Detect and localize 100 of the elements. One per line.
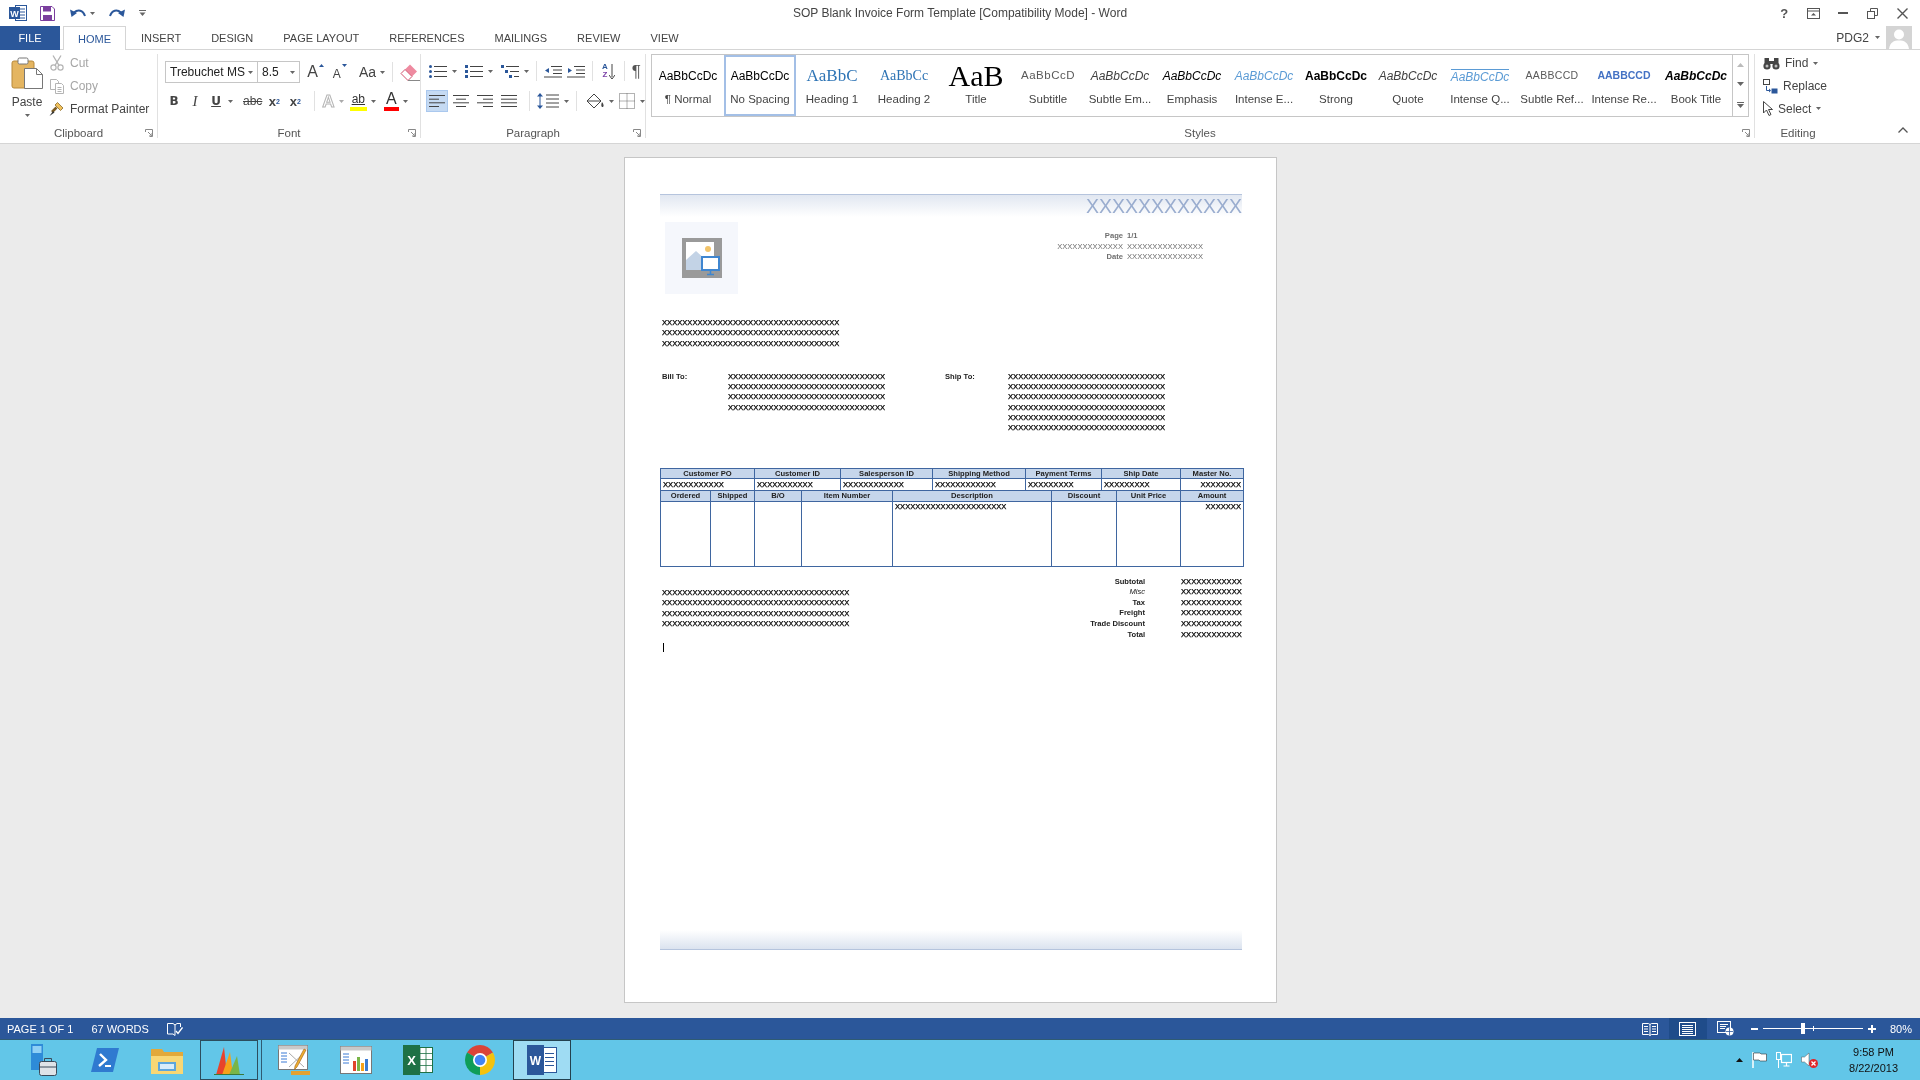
slider-thumb[interactable] [1800, 1023, 1805, 1034]
style-option[interactable]: AaBbCcDc Book Title [1660, 55, 1732, 116]
zoom-in-icon[interactable] [1867, 1024, 1876, 1033]
paste-button[interactable]: Paste [7, 52, 47, 120]
style-option[interactable]: AaB Title [940, 55, 1012, 116]
ribbon-tab[interactable]: INSERT [126, 26, 197, 50]
close-icon[interactable] [1896, 7, 1908, 19]
bullet-list-icon[interactable] [429, 64, 447, 78]
scroll-down-icon[interactable] [1737, 82, 1744, 87]
ribbon-tab[interactable]: PAGE LAYOUT [268, 26, 375, 50]
style-option[interactable]: AaBbCc Heading 2 [868, 55, 940, 116]
caret-icon[interactable] [228, 99, 233, 103]
help-button[interactable]: ? [1769, 6, 1799, 20]
file-tab[interactable]: FILE [0, 26, 60, 50]
account-name[interactable]: PDG2 [1836, 30, 1869, 45]
highlight-button[interactable]: ab [349, 91, 367, 111]
caret-icon[interactable] [609, 99, 614, 103]
italic-button[interactable]: I [186, 91, 204, 111]
sort-button[interactable]: A Z [602, 63, 615, 79]
customize-caret-icon[interactable] [139, 10, 146, 16]
show-marks-button[interactable]: ¶ [631, 62, 641, 80]
group-label: Font [277, 127, 301, 139]
borders-grid-icon[interactable] [619, 93, 635, 109]
font-name-field[interactable]: Trebuchet MS [165, 61, 258, 83]
taskbar-button[interactable]: W [513, 1040, 571, 1080]
proofing-book-icon[interactable] [166, 1021, 183, 1036]
zoom-out-icon[interactable] [1750, 1027, 1758, 1030]
superscript-button[interactable]: x$^{2}$ [286, 91, 305, 111]
style-option[interactable]: AaBbCcDc Subtle Em... [1084, 55, 1156, 116]
restore-icon[interactable] [1867, 7, 1879, 19]
paintbrush-icon [49, 101, 65, 117]
bold-button[interactable]: B [165, 91, 183, 111]
zoom-level[interactable]: 80% [1889, 1022, 1912, 1035]
replace-button[interactable]: Replace [1763, 74, 1841, 98]
caret-icon[interactable] [402, 99, 408, 103]
dialog-launcher-icon[interactable] [408, 129, 416, 137]
font-color-button[interactable]: A [384, 91, 399, 111]
ribbon-tab[interactable]: HOME [63, 26, 126, 51]
dialog-launcher-icon[interactable] [145, 129, 153, 137]
clock-date[interactable]: 8/22/2013 [1849, 1060, 1898, 1076]
caret-icon[interactable] [452, 69, 457, 73]
numbered-list-icon[interactable] [465, 64, 483, 78]
change-case-button[interactable]: Aa [358, 65, 385, 79]
shrink-font-button[interactable]: A [332, 64, 347, 80]
ribbon-tab[interactable]: VIEW [635, 26, 694, 50]
taskbar-button[interactable] [200, 1040, 258, 1080]
font-size-field[interactable]: 8.5 [257, 61, 301, 83]
speaker-muted-icon[interactable] [1801, 1052, 1819, 1068]
page-count[interactable]: PAGE 1 OF 1 [7, 1022, 74, 1035]
grow-font-button[interactable]: A [307, 64, 324, 80]
line-spacing-icon[interactable] [537, 93, 559, 109]
undo-icon[interactable] [70, 7, 86, 19]
clock-time[interactable]: 9:58 PM [1853, 1044, 1894, 1060]
minimize-icon[interactable] [1838, 12, 1849, 14]
style-option[interactable]: AaBbCcDc ¶ Normal [652, 55, 724, 116]
style-option[interactable]: AaBbCcDc Emphasis [1156, 55, 1228, 116]
caret-icon[interactable] [248, 70, 253, 74]
strikethrough-button[interactable]: abc [243, 91, 263, 111]
decrease-indent-icon[interactable] [544, 64, 562, 78]
style-option[interactable]: AABBCCD Subtle Ref... [1516, 55, 1588, 116]
print-layout-button[interactable] [1668, 1018, 1707, 1039]
format-painter-button[interactable]: Format Painter [49, 97, 150, 120]
style-option[interactable]: AABBCCD Intense Re... [1588, 55, 1660, 116]
style-option[interactable]: AaBbCcDc No Spacing [724, 55, 796, 116]
ribbon-tab[interactable]: REFERENCES [374, 26, 480, 50]
multilevel-list-icon[interactable] [501, 64, 519, 78]
style-option[interactable]: AaBbCcDc Strong [1300, 55, 1372, 116]
style-option[interactable]: AaBbCcDc Quote [1372, 55, 1444, 116]
ribbon-tab[interactable]: DESIGN [196, 26, 269, 50]
caret-up-icon[interactable] [1736, 1058, 1744, 1062]
paint-bucket-icon[interactable] [584, 92, 604, 110]
redo-icon[interactable] [109, 7, 125, 19]
collapse-ribbon-icon[interactable] [1898, 127, 1908, 133]
more-styles-icon[interactable] [1737, 102, 1744, 109]
caret-icon[interactable] [488, 69, 493, 73]
ribbon-display-icon[interactable] [1807, 7, 1821, 19]
ribbon-tab[interactable]: MAILINGS [479, 26, 563, 50]
style-option[interactable]: AaBbCcDc Intense E... [1228, 55, 1300, 116]
style-option[interactable]: AaBbCcDc Intense Q... [1444, 55, 1516, 116]
select-button[interactable]: Select [1763, 97, 1841, 120]
increase-indent-icon[interactable] [567, 64, 585, 78]
flag-icon[interactable] [1752, 1052, 1768, 1068]
caret-icon[interactable] [640, 99, 645, 103]
eraser-icon[interactable] [400, 63, 420, 81]
ribbon-tab[interactable]: REVIEW [562, 26, 636, 50]
word-count[interactable]: 67 WORDS [91, 1022, 149, 1035]
underline-button[interactable]: U [207, 91, 225, 111]
dialog-launcher-icon[interactable] [633, 129, 641, 137]
caret-icon[interactable] [90, 11, 95, 15]
caret-icon[interactable] [1875, 36, 1880, 39]
caret-icon[interactable] [371, 99, 376, 103]
taskbar-button[interactable]: X [389, 1040, 447, 1080]
find-button[interactable]: Find [1763, 52, 1841, 75]
caret-icon[interactable] [290, 70, 296, 74]
style-option[interactable]: AaBbC Heading 1 [796, 55, 868, 116]
caret-icon[interactable] [564, 99, 569, 103]
align-left-button[interactable] [426, 90, 448, 112]
caret-icon[interactable] [524, 69, 529, 73]
style-option[interactable]: AaBbCcD Subtitle [1012, 55, 1084, 116]
dialog-launcher-icon[interactable] [1742, 129, 1750, 137]
